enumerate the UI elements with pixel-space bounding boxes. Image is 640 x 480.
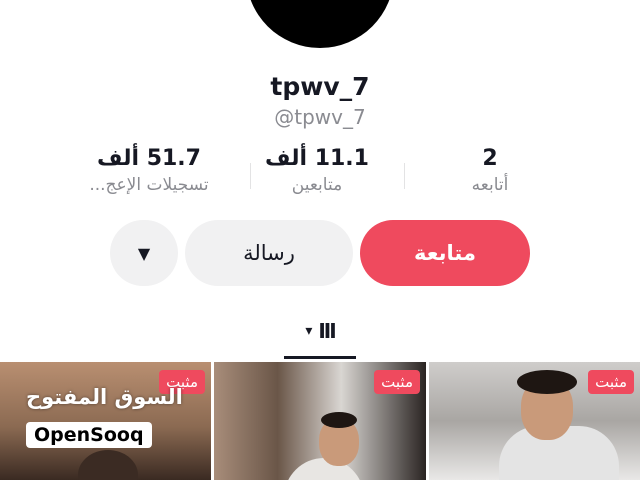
- watermark-opensooq-logo: OpenSooq: [26, 422, 152, 448]
- stat-following-value: 2: [482, 146, 498, 171]
- stat-likes-label: تسجيلات الإعج...: [89, 175, 209, 195]
- stat-following[interactable]: 2 أتابعه: [400, 146, 580, 195]
- follow-button[interactable]: متابعة: [360, 220, 530, 286]
- stat-followers-value: 11.1 ألف: [265, 146, 369, 171]
- person-hair: [321, 412, 357, 428]
- profile-handle: @tpwv_7: [274, 105, 366, 129]
- pinned-badge: مثبت: [588, 370, 634, 394]
- video-thumbnail[interactable]: مثبت: [0, 362, 211, 480]
- video-grid: مثبت مثبت مثبت: [0, 362, 640, 480]
- watermark-arabic: السوق المفتوح: [26, 385, 183, 409]
- message-button[interactable]: رسالة: [185, 220, 353, 286]
- tab-active-indicator: [284, 356, 356, 359]
- person-head: [78, 450, 138, 480]
- stat-likes-value: 51.7 ألف: [97, 146, 201, 171]
- profile-username: tpwv_7: [270, 72, 370, 101]
- stats-divider: [250, 163, 251, 189]
- dropdown-arrow-icon: ▼: [137, 243, 151, 263]
- stat-likes[interactable]: 51.7 ألف تسجيلات الإعج...: [59, 146, 239, 195]
- profile-avatar[interactable]: [246, 0, 394, 48]
- more-options-button[interactable]: ▼: [110, 220, 178, 286]
- person-hair: [517, 370, 577, 394]
- video-thumbnail[interactable]: مثبت: [214, 362, 426, 480]
- pinned-badge: مثبت: [374, 370, 420, 394]
- grid-icon: III: [318, 319, 336, 343]
- caret-down-icon: ▾: [305, 323, 313, 339]
- stat-following-label: أتابعه: [471, 175, 509, 195]
- stat-followers-label: متابعين: [291, 175, 343, 195]
- stat-followers[interactable]: 11.1 ألف متابعين: [227, 146, 407, 195]
- tab-videos[interactable]: ▾ III: [284, 316, 356, 346]
- video-thumbnail[interactable]: مثبت: [429, 362, 640, 480]
